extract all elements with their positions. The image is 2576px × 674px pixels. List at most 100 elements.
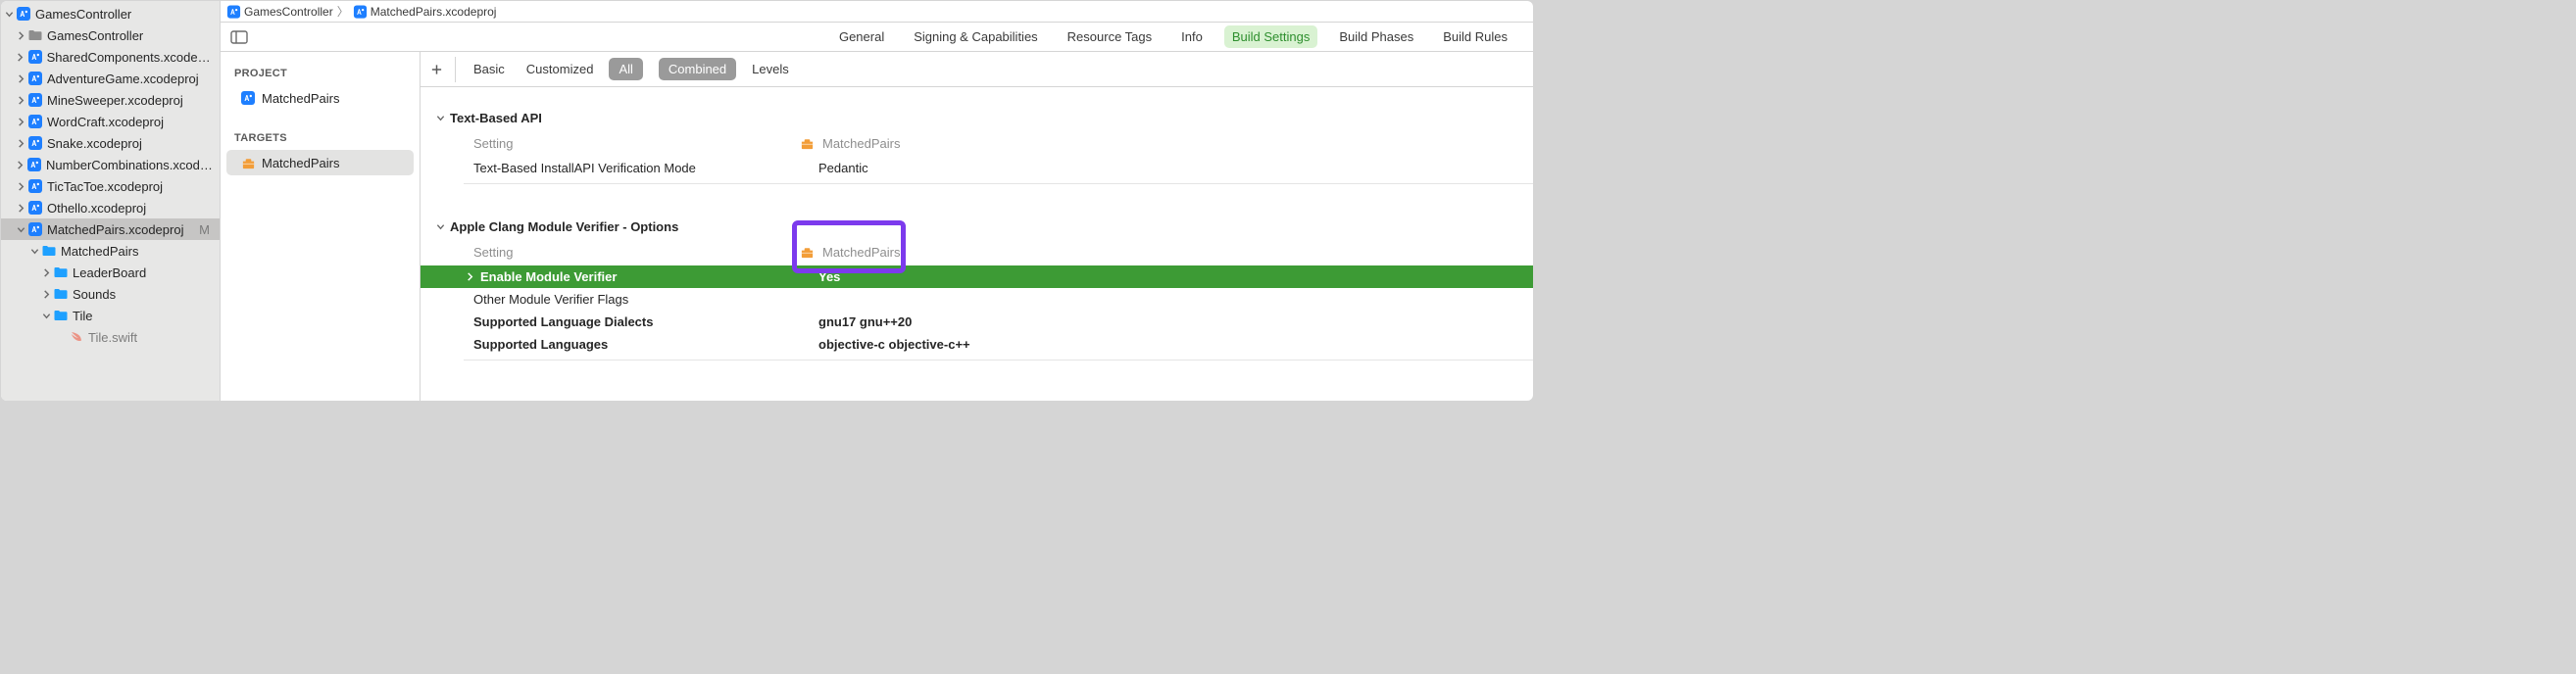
nav-item[interactable]: WordCraft.xcodeproj xyxy=(1,111,220,132)
chevron-right-icon[interactable] xyxy=(15,159,25,170)
setting-value[interactable]: objective-c objective-c++ xyxy=(818,337,970,352)
nav-item-label: Snake.xcodeproj xyxy=(47,136,142,151)
chevron-right-icon[interactable] xyxy=(40,266,52,278)
folder-icon xyxy=(53,265,69,280)
col-setting: Setting xyxy=(473,136,799,151)
chevron-down-icon[interactable] xyxy=(15,223,26,235)
setting-name: Enable Module Verifier xyxy=(480,269,617,284)
chevron-right-icon[interactable] xyxy=(464,271,475,283)
col-target: MatchedPairs xyxy=(822,245,900,260)
project-icon xyxy=(27,49,43,65)
chevron-right-icon[interactable] xyxy=(15,51,26,63)
toolbox-icon xyxy=(799,244,815,260)
nav-root-label: GamesController xyxy=(35,7,131,22)
settings-body: Text-Based API Setting MatchedPairs Text… xyxy=(421,87,1533,401)
nav-item[interactable]: SharedComponents.xcodeproj xyxy=(1,46,220,68)
folder-icon xyxy=(53,286,69,302)
project-item-label: MatchedPairs xyxy=(262,91,339,106)
column-header: Setting MatchedPairs xyxy=(421,129,1533,157)
nav-item-label: MatchedPairs.xcodeproj xyxy=(47,222,183,237)
divider xyxy=(464,183,1533,184)
folder-icon xyxy=(27,27,43,43)
nav-item[interactable]: GamesController xyxy=(1,24,220,46)
setting-name: Other Module Verifier Flags xyxy=(473,292,818,307)
divider xyxy=(464,360,1533,361)
tab-signing[interactable]: Signing & Capabilities xyxy=(906,25,1045,48)
filter-combined[interactable]: Combined xyxy=(659,58,736,80)
setting-value[interactable]: gnu17 gnu++20 xyxy=(818,314,912,329)
breadcrumb-item[interactable]: MatchedPairs.xcodeproj xyxy=(371,5,497,19)
setting-value[interactable]: Pedantic xyxy=(818,161,868,175)
chevron-down-icon[interactable] xyxy=(40,310,52,321)
nav-item-selected[interactable]: MatchedPairs.xcodeproj M xyxy=(1,218,220,240)
filter-levels[interactable]: Levels xyxy=(746,58,795,80)
toggle-sidebar-icon[interactable] xyxy=(228,27,250,47)
tab-resource-tags[interactable]: Resource Tags xyxy=(1060,25,1160,48)
nav-item[interactable]: LeaderBoard xyxy=(1,262,220,283)
chevron-down-icon[interactable] xyxy=(434,113,446,124)
nav-item-label: TicTacToe.xcodeproj xyxy=(47,179,163,194)
editor-area: GamesController 〉 MatchedPairs.xcodeproj… xyxy=(221,1,1533,401)
tab-build-settings[interactable]: Build Settings xyxy=(1224,25,1318,48)
scm-status: M xyxy=(199,222,214,237)
chevron-down-icon[interactable] xyxy=(434,221,446,233)
chevron-right-icon[interactable] xyxy=(15,116,26,127)
nav-item[interactable]: MatchedPairs xyxy=(1,240,220,262)
filter-basic[interactable]: Basic xyxy=(468,58,511,80)
chevron-right-icon[interactable] xyxy=(15,180,26,192)
setting-row[interactable]: Other Module Verifier Flags xyxy=(421,288,1533,311)
tab-info[interactable]: Info xyxy=(1173,25,1211,48)
setting-name: Supported Languages xyxy=(473,337,818,352)
nav-item-label: MatchedPairs xyxy=(61,244,138,259)
nav-item[interactable]: NumberCombinations.xcodeproj xyxy=(1,154,220,175)
target-item[interactable]: MatchedPairs xyxy=(226,150,414,175)
project-navigator[interactable]: GamesController GamesController SharedCo… xyxy=(1,1,221,401)
project-icon xyxy=(27,71,43,86)
nav-item-label: Tile.swift xyxy=(88,330,137,345)
project-icon xyxy=(353,4,368,19)
setting-row[interactable]: Text-Based InstallAPI Verification Mode … xyxy=(421,157,1533,179)
setting-name: Supported Language Dialects xyxy=(473,314,818,329)
chevron-right-icon[interactable] xyxy=(15,202,26,214)
nav-item[interactable]: Sounds xyxy=(1,283,220,305)
setting-row[interactable]: Supported Language Dialects gnu17 gnu++2… xyxy=(421,311,1533,333)
chevron-right-icon[interactable] xyxy=(15,29,26,41)
section-heading[interactable]: Text-Based API xyxy=(421,107,1533,129)
chevron-right-icon[interactable] xyxy=(15,137,26,149)
chevron-down-icon[interactable] xyxy=(3,8,15,20)
nav-item[interactable]: MineSweeper.xcodeproj xyxy=(1,89,220,111)
chevron-right-icon[interactable] xyxy=(15,72,26,84)
filter-all[interactable]: All xyxy=(609,58,642,80)
section-heading[interactable]: Apple Clang Module Verifier - Options xyxy=(421,216,1533,238)
nav-item-label: WordCraft.xcodeproj xyxy=(47,115,164,129)
col-target: MatchedPairs xyxy=(822,136,900,151)
filter-customized[interactable]: Customized xyxy=(520,58,600,80)
nav-item[interactable]: Tile xyxy=(1,305,220,326)
tab-general[interactable]: General xyxy=(831,25,892,48)
chevron-down-icon[interactable] xyxy=(28,245,40,257)
tab-build-phases[interactable]: Build Phases xyxy=(1331,25,1421,48)
nav-item[interactable]: Snake.xcodeproj xyxy=(1,132,220,154)
editor-tabs-bar: General Signing & Capabilities Resource … xyxy=(221,23,1533,52)
breadcrumb-item[interactable]: GamesController xyxy=(244,5,333,19)
project-item[interactable]: MatchedPairs xyxy=(226,85,414,111)
setting-row[interactable]: Supported Languages objective-c objectiv… xyxy=(421,333,1533,356)
swift-icon xyxy=(69,329,84,345)
nav-item[interactable]: Othello.xcodeproj xyxy=(1,197,220,218)
nav-item-label: NumberCombinations.xcodeproj xyxy=(46,158,214,172)
project-icon xyxy=(16,6,31,22)
nav-item-label: MineSweeper.xcodeproj xyxy=(47,93,183,108)
nav-item[interactable]: AdventureGame.xcodeproj xyxy=(1,68,220,89)
chevron-right-icon[interactable] xyxy=(40,288,52,300)
nav-item-label: LeaderBoard xyxy=(73,265,146,280)
breadcrumb[interactable]: GamesController 〉 MatchedPairs.xcodeproj xyxy=(221,1,1533,23)
setting-value[interactable]: Yes xyxy=(818,269,840,284)
xcode-window: GamesController GamesController SharedCo… xyxy=(1,1,1533,401)
nav-root[interactable]: GamesController xyxy=(1,3,220,24)
add-setting-button[interactable] xyxy=(430,57,456,82)
nav-item[interactable]: Tile.swift xyxy=(1,326,220,348)
setting-row-selected[interactable]: Enable Module Verifier Yes xyxy=(421,265,1533,288)
nav-item[interactable]: TicTacToe.xcodeproj xyxy=(1,175,220,197)
tab-build-rules[interactable]: Build Rules xyxy=(1435,25,1515,48)
chevron-right-icon[interactable] xyxy=(15,94,26,106)
